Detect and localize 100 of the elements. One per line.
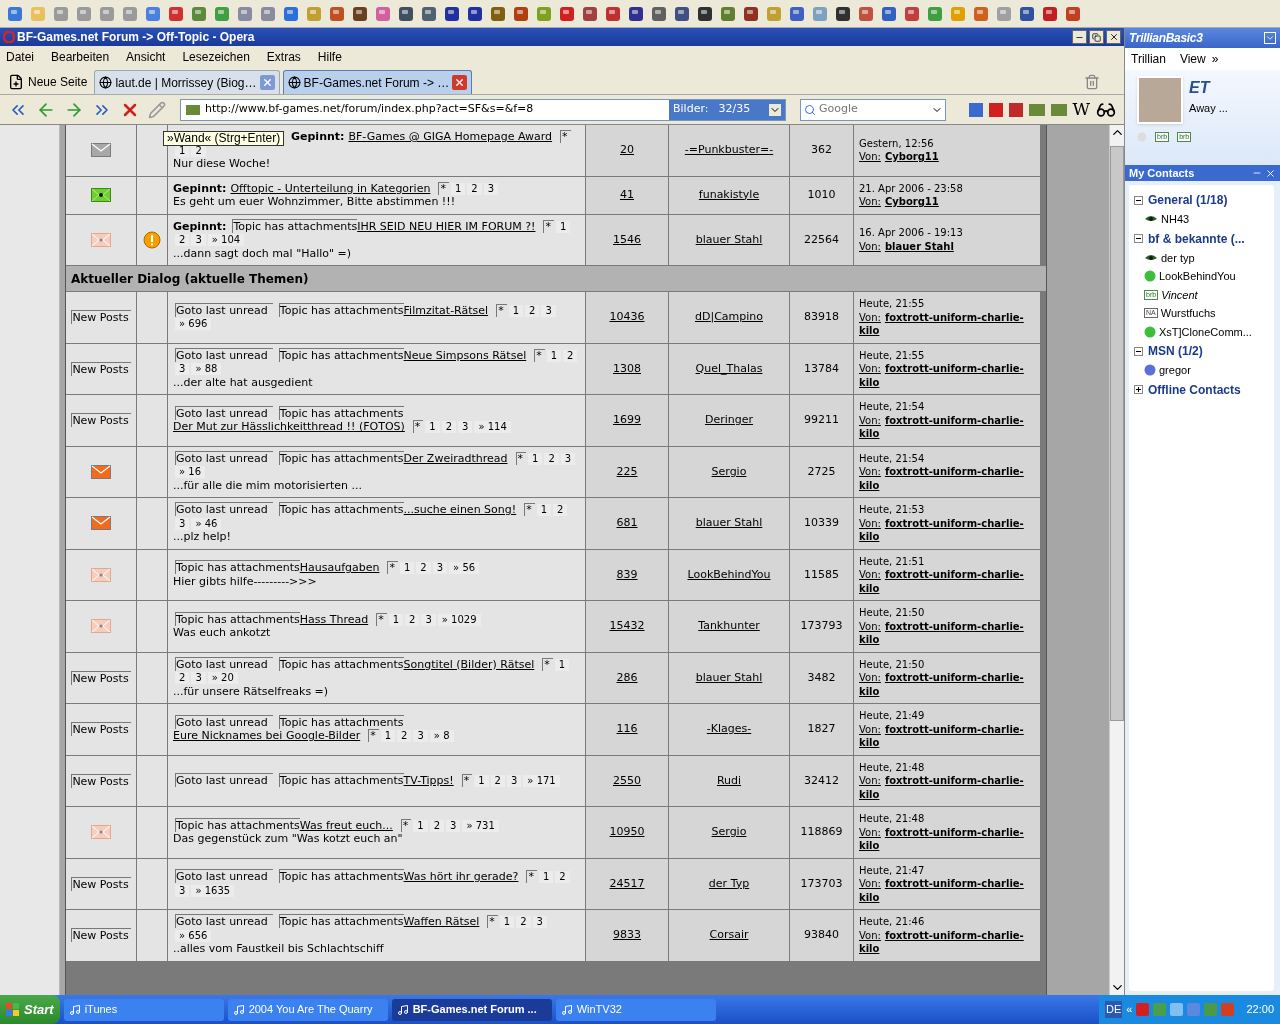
replies-link[interactable]: 10436 <box>609 309 645 326</box>
starter-link[interactable]: Quel_Thalas <box>695 360 763 377</box>
topic-link[interactable]: Der Mut zur Hässlichkeitthread !! (FOTOS) <box>173 420 405 434</box>
page-link[interactable]: 2 <box>490 775 505 787</box>
page-link[interactable]: 1 <box>450 182 466 195</box>
last-poster-link[interactable]: Von: foxtrott-uniform-charlie-kilo <box>859 413 1035 441</box>
last-poster-link[interactable]: Von: foxtrott-uniform-charlie-kilo <box>859 722 1035 750</box>
close-button[interactable] <box>1106 30 1121 44</box>
image-alt-text[interactable]: Topic has attachments <box>278 347 404 362</box>
page-link[interactable]: 1 <box>538 871 554 884</box>
quick-launch-icon[interactable] <box>604 4 622 23</box>
scrollbar-thumb[interactable] <box>1110 146 1124 721</box>
starter-link[interactable]: Sergio <box>711 463 747 480</box>
pencil-icon[interactable] <box>148 100 166 119</box>
page-link[interactable]: 2 <box>525 304 540 317</box>
page-link[interactable]: 1 <box>413 819 428 832</box>
page-link[interactable]: 2 <box>397 730 412 743</box>
page-link[interactable]: 1 <box>380 730 396 743</box>
page-link[interactable]: 1 <box>388 613 404 626</box>
page-link[interactable]: » 696 <box>175 318 212 331</box>
page-link[interactable]: » 171 <box>523 775 560 787</box>
replies-link[interactable]: 15432 <box>609 618 645 635</box>
replies-link[interactable]: 10950 <box>609 824 645 841</box>
page-link[interactable]: 3 <box>421 613 436 626</box>
starter-link[interactable]: blauer Stahl <box>695 515 763 532</box>
images-dropdown[interactable]: Bilder: 32/35 <box>669 99 785 120</box>
last-poster-link[interactable]: Von: foxtrott-uniform-charlie-kilo <box>859 774 1035 801</box>
image-alt-text[interactable]: Topic has attachments <box>175 560 300 575</box>
contact-group[interactable]: Offline Contacts <box>1148 380 1241 399</box>
topic-link[interactable]: Filmzitat-Rätsel <box>403 303 489 318</box>
minimize-button[interactable] <box>1072 30 1087 44</box>
quick-launch-icon[interactable] <box>834 4 852 23</box>
last-poster-link[interactable]: Von: foxtrott-uniform-charlie-kilo <box>859 362 1035 389</box>
image-alt-text[interactable]: Topic has attachments <box>278 869 404 884</box>
page-link[interactable]: 3 <box>175 517 190 530</box>
page-link[interactable]: 3 <box>175 884 190 897</box>
replies-link[interactable]: 1546 <box>613 231 641 248</box>
image-alt-text[interactable]: Goto last unread <box>175 914 273 928</box>
topic-link[interactable]: Songtitel (Bilder) Rätsel <box>403 657 535 671</box>
page-link[interactable]: 1 <box>508 304 523 317</box>
page-link[interactable]: » 8 <box>429 730 454 743</box>
last-poster-link[interactable]: Von: foxtrott-uniform-charlie-kilo <box>859 671 1035 698</box>
replies-link[interactable]: 1699 <box>613 412 641 429</box>
starter-link[interactable]: blauer Stahl <box>695 231 763 248</box>
image-alt-text[interactable]: Topic has attachments <box>278 405 404 420</box>
expand-icon[interactable] <box>1134 385 1143 394</box>
replies-link[interactable]: 839 <box>616 566 638 583</box>
contact-name[interactable]: LookBehindYou <box>1159 268 1236 285</box>
image-alt-text[interactable]: Goto last unread <box>175 302 273 317</box>
image-alt-text[interactable]: Topic has attachments <box>278 502 404 516</box>
last-poster-link[interactable]: Von: foxtrott-uniform-charlie-kilo <box>859 516 1035 544</box>
replies-link[interactable]: 225 <box>616 463 638 480</box>
page-link[interactable]: » 1029 <box>437 613 481 626</box>
replies-link[interactable]: 9833 <box>613 927 641 944</box>
tab-close-button[interactable] <box>259 75 275 90</box>
quick-launch-icon[interactable] <box>581 4 599 23</box>
language-indicator[interactable]: DE <box>1105 1001 1123 1018</box>
topic-link[interactable]: ...suche einen Song! <box>403 503 517 517</box>
page-link[interactable]: 2 <box>555 871 570 884</box>
starter-link[interactable]: Tankhunter <box>698 618 760 635</box>
image-alt-text[interactable]: Goto last unread <box>175 502 273 516</box>
contact-name[interactable]: gregor <box>1159 362 1191 379</box>
close-icon[interactable] <box>1265 167 1276 179</box>
dropdown-icon[interactable] <box>1264 32 1276 44</box>
last-poster-link[interactable]: Von: foxtrott-uniform-charlie-kilo <box>859 877 1035 904</box>
last-poster-link[interactable]: Von: foxtrott-uniform-charlie-kilo <box>859 619 1035 647</box>
image-alt-text[interactable]: Topic has attachments <box>278 656 404 671</box>
page-link[interactable]: 2 <box>429 819 445 832</box>
image-alt-text[interactable]: Goto last unread <box>175 869 273 884</box>
starter-link[interactable]: der Typ <box>708 875 750 892</box>
topic-link[interactable]: Der Zweiradthread <box>403 451 508 465</box>
browser-tab[interactable]: laut.de | Morrissey (Biog… <box>94 70 280 94</box>
image-alt-text[interactable]: Goto last unread <box>175 450 273 465</box>
taskbar-button[interactable]: iTunes <box>63 998 224 1021</box>
image-alt-text[interactable]: Goto last unread <box>175 347 273 362</box>
quick-launch-icon[interactable] <box>351 4 369 23</box>
trash-icon[interactable] <box>1084 74 1100 90</box>
page-link[interactable]: 1 <box>474 775 489 787</box>
quick-launch-icon[interactable] <box>627 4 645 23</box>
tray-expand-button[interactable]: « <box>1126 1001 1133 1018</box>
image-alt-text[interactable]: Goto last unread <box>175 656 273 671</box>
image-alt-text[interactable]: Goto last unread <box>175 405 273 420</box>
topic-link[interactable]: Was hört ihr gerade? <box>403 870 519 884</box>
image-alt-text[interactable]: Goto last unread <box>175 714 273 729</box>
image-alt-text[interactable]: Topic has attachments <box>278 714 404 729</box>
page-link[interactable]: 1 <box>499 916 515 928</box>
page-link[interactable]: 3 <box>532 916 547 928</box>
page-link[interactable]: 2 <box>175 234 190 246</box>
page-link[interactable]: 3 <box>541 304 556 317</box>
start-button[interactable]: Start <box>0 995 60 1024</box>
last-poster-link[interactable]: Von: blauer Stahl <box>859 239 1035 254</box>
page-link[interactable]: » 731 <box>462 819 499 832</box>
last-poster-link[interactable]: Von: Cyborg11 <box>859 150 1035 164</box>
image-alt-text[interactable]: Topic has attachments <box>278 450 404 465</box>
quick-launch-icon[interactable] <box>443 4 461 23</box>
collapse-icon[interactable] <box>1134 234 1143 243</box>
starter-link[interactable]: blauer Stahl <box>695 669 763 686</box>
quick-launch-icon[interactable] <box>696 4 714 23</box>
contact-name[interactable]: der typ <box>1161 249 1195 266</box>
topic-link[interactable]: BF-Games @ GIGA Homepage Award <box>348 130 553 144</box>
